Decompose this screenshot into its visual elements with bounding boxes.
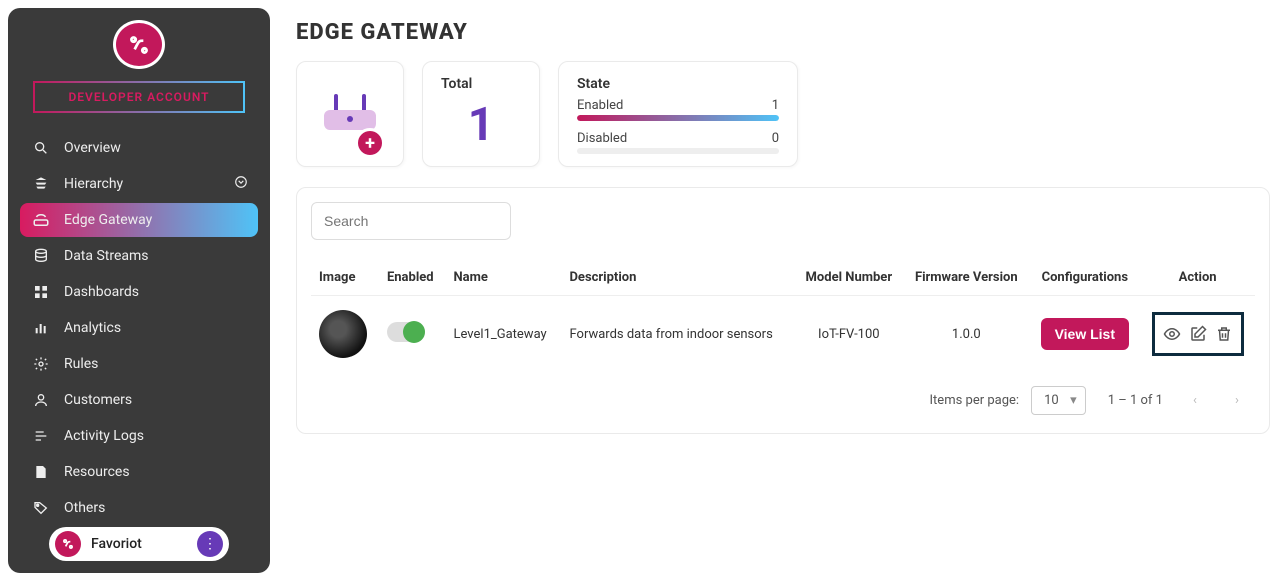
sidebar-nav: Overview Hierarchy Edge Gateway Data Str… [8, 129, 270, 527]
add-gateway-card[interactable]: + [296, 61, 404, 167]
cell-name: Level1_Gateway [445, 296, 561, 373]
search-input[interactable] [311, 202, 511, 240]
view-list-button[interactable]: View List [1041, 318, 1129, 350]
disabled-label: Disabled [577, 131, 627, 146]
state-card: State Enabled 1 Disabled 0 [558, 61, 798, 167]
sidebar-item-hierarchy[interactable]: Hierarchy [20, 167, 258, 201]
summary-cards: + Total 1 State Enabled 1 Disabled [296, 61, 1270, 167]
sidebar-item-customers[interactable]: Customers [20, 383, 258, 417]
col-model: Model Number [794, 260, 903, 296]
chevron-down-icon[interactable] [234, 175, 248, 193]
sidebar-item-rules[interactable]: Rules [20, 347, 258, 381]
enabled-value: 1 [772, 98, 779, 113]
sidebar-item-overview[interactable]: Overview [20, 131, 258, 165]
col-enabled: Enabled [379, 260, 446, 296]
brand-mini-icon [55, 531, 81, 557]
sidebar-item-label: Rules [64, 356, 98, 372]
prev-page-button[interactable]: ‹ [1185, 391, 1205, 411]
sidebar-item-label: Overview [64, 140, 121, 156]
search-icon [32, 139, 50, 157]
dashboard-icon [32, 283, 50, 301]
view-icon[interactable] [1163, 325, 1181, 343]
sidebar-item-dashboards[interactable]: Dashboards [20, 275, 258, 309]
sidebar-item-label: Data Streams [64, 248, 149, 264]
col-description: Description [561, 260, 794, 296]
sidebar-item-label: Others [64, 500, 105, 516]
sidebar-item-data-streams[interactable]: Data Streams [20, 239, 258, 273]
sidebar-item-activity-logs[interactable]: Activity Logs [20, 419, 258, 453]
table-row: Level1_Gateway Forwards data from indoor… [311, 296, 1255, 373]
sidebar-item-label: Resources [64, 464, 130, 480]
total-card: Total 1 [422, 61, 540, 167]
col-config: Configurations [1029, 260, 1140, 296]
cell-model: IoT-FV-100 [794, 296, 903, 373]
action-cell-highlight [1152, 312, 1244, 356]
sidebar-item-label: Edge Gateway [64, 212, 152, 228]
sidebar: DEVELOPER ACCOUNT Overview Hierarchy Edg… [8, 8, 270, 573]
items-per-page-select[interactable]: 10 [1031, 386, 1086, 415]
disabled-bar [577, 148, 779, 154]
database-icon [32, 247, 50, 265]
developer-account-button[interactable]: DEVELOPER ACCOUNT [33, 81, 245, 113]
total-value: 1 [441, 98, 521, 152]
workspace-switcher[interactable]: Favoriot ⋮ [49, 527, 229, 561]
cell-firmware: 1.0.0 [903, 296, 1029, 373]
sidebar-item-analytics[interactable]: Analytics [20, 311, 258, 345]
sidebar-item-label: Customers [64, 392, 132, 408]
gateway-icon [32, 211, 50, 229]
enabled-toggle[interactable] [387, 322, 425, 342]
enabled-bar [577, 115, 779, 121]
enabled-label: Enabled [577, 98, 623, 113]
delete-icon[interactable] [1215, 325, 1233, 343]
sidebar-item-label: Hierarchy [64, 176, 123, 192]
tag-icon [32, 499, 50, 517]
col-image: Image [311, 260, 379, 296]
gateway-table-panel: Image Enabled Name Description Model Num… [296, 187, 1270, 434]
page-range: 1 – 1 of 1 [1108, 393, 1163, 408]
sidebar-item-label: Activity Logs [64, 428, 144, 444]
col-action: Action [1140, 260, 1255, 296]
gateway-table: Image Enabled Name Description Model Num… [311, 260, 1255, 372]
col-firmware: Firmware Version [903, 260, 1029, 296]
analytics-icon [32, 319, 50, 337]
sidebar-item-label: Analytics [64, 320, 121, 336]
sidebar-item-others[interactable]: Others [20, 491, 258, 525]
table-pager: Items per page: 10 1 – 1 of 1 ‹ › [311, 372, 1255, 419]
total-label: Total [441, 76, 521, 92]
items-per-page-label: Items per page: [930, 393, 1020, 408]
gear-icon [32, 355, 50, 373]
cell-description: Forwards data from indoor sensors [561, 296, 794, 373]
page-title: EDGE GATEWAY [296, 20, 1270, 45]
resources-icon [32, 463, 50, 481]
edit-icon[interactable] [1189, 325, 1207, 343]
sidebar-item-resources[interactable]: Resources [20, 455, 258, 489]
more-options-icon[interactable]: ⋮ [197, 531, 223, 557]
sidebar-item-edge-gateway[interactable]: Edge Gateway [20, 203, 258, 237]
sidebar-item-label: Dashboards [64, 284, 139, 300]
main-content: EDGE GATEWAY + Total 1 State Enabled 1 [278, 0, 1280, 581]
hierarchy-icon [32, 175, 50, 193]
next-page-button[interactable]: › [1227, 391, 1247, 411]
add-icon[interactable]: + [355, 128, 385, 158]
col-name: Name [445, 260, 561, 296]
state-label: State [577, 76, 779, 92]
disabled-value: 0 [772, 131, 779, 146]
gateway-image [319, 310, 367, 358]
brand-logo [113, 20, 165, 69]
workspace-label: Favoriot [91, 536, 187, 552]
logs-icon [32, 427, 50, 445]
customers-icon [32, 391, 50, 409]
